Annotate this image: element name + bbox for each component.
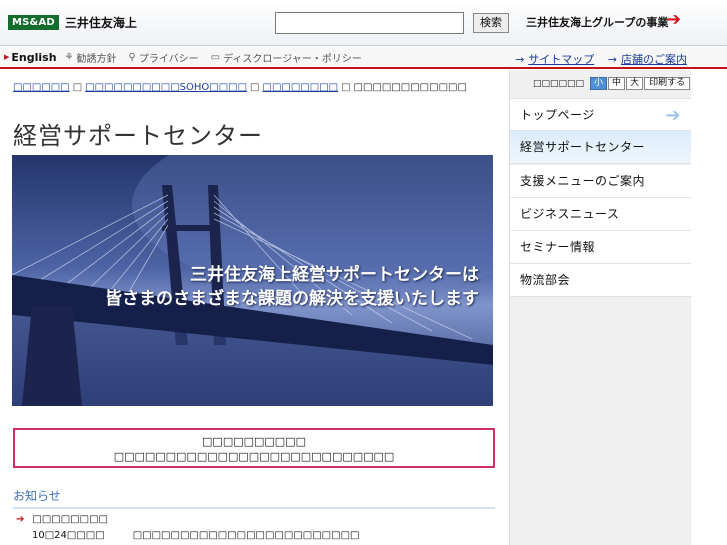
logo-badge: MS&AD: [8, 15, 59, 30]
logo[interactable]: MS&AD 三井住友海上: [8, 14, 137, 31]
sidebar-item-logistics[interactable]: 物流部会: [510, 264, 691, 297]
utility-links-right: → サイトマップ → 店舗のご案内: [505, 51, 687, 67]
font-size-label: □□□□□□: [533, 78, 585, 89]
sidebar-item-label: セミナー情報: [520, 240, 596, 254]
breadcrumb-current: □□□□□□□□□□□□: [353, 82, 467, 93]
notice-box[interactable]: □□□□□□□□□□ □□□□□□□□□□□□□□□□□□□□□□□□□□□: [13, 428, 495, 468]
news-category-label: □□□□□□□□: [32, 514, 108, 525]
sidebar-item-label: 物流部会: [520, 273, 571, 287]
hero-caption: 三井住友海上経営サポートセンターは 皆さまのさまざまな課題の解決を支援いたします: [105, 263, 479, 311]
page-title: 経営サポートセンター: [13, 122, 263, 150]
breadcrumb-separator: □: [341, 82, 351, 93]
sidebar-item-current[interactable]: 経営サポートセンター: [510, 131, 691, 164]
font-size-large-button[interactable]: 大: [626, 77, 644, 90]
news-item[interactable]: 10□24□□□□ □□□□□□□□□□□□□□□□□□□□□□□□: [32, 530, 359, 541]
print-button[interactable]: 印刷する: [644, 77, 691, 90]
sidebar-item-support-menu[interactable]: 支援メニューのご案内: [510, 165, 691, 198]
notice-line: □□□□□□□□□□□□□□□□□□□□□□□□□□□: [113, 450, 395, 463]
news-date: 10□24□□□□: [32, 530, 105, 541]
sidebar-item-business-news[interactable]: ビジネスニュース: [510, 198, 691, 231]
subnav-item-disclosure[interactable]: ▭ ディスクロージャー・ポリシー: [211, 50, 362, 65]
font-size-medium-button[interactable]: 中: [608, 77, 626, 90]
store-guide-link[interactable]: 店舗のご案内: [621, 53, 687, 66]
triangle-right-icon: ▶: [4, 53, 10, 61]
compass-icon: ⚘: [64, 51, 74, 63]
sidebar-item-seminar[interactable]: セミナー情報: [510, 231, 691, 264]
subnav-item-label: ディスクロージャー・ポリシー: [223, 53, 362, 65]
arrow-right-icon: →: [515, 53, 525, 66]
sidebar-item-label: 経営サポートセンター: [520, 140, 646, 154]
subnav-item-policy[interactable]: ⚘ 勧誘方針: [65, 50, 117, 65]
divider: [13, 507, 495, 509]
key-icon: ⚲: [128, 51, 136, 63]
search-button[interactable]: 検索: [473, 13, 509, 33]
breadcrumb: □□□□□□ □ □□□□□□□□□□SOHO□□□□ □ □□□□□□□□ □ □□□□□…: [13, 82, 467, 93]
breadcrumb-link[interactable]: □□□□□□□□: [263, 82, 339, 93]
arrow-right-icon: ➔: [665, 105, 681, 126]
arrow-right-icon: ➔: [16, 514, 25, 525]
news-heading: お知らせ: [13, 489, 61, 503]
news-category[interactable]: ➔ □□□□□□□□: [16, 514, 108, 525]
sitemap-link[interactable]: サイトマップ: [528, 53, 594, 66]
sidebar-item-label: 支援メニューのご案内: [520, 174, 646, 188]
subnav-item-label: プライバシー: [138, 53, 199, 65]
group-business-link[interactable]: 三井住友海上グループの事業: [526, 14, 668, 30]
news-text: □□□□□□□□□□□□□□□□□□□□□□□□: [132, 530, 360, 541]
breadcrumb-separator: □: [72, 82, 83, 93]
arrow-right-icon: →: [607, 53, 617, 66]
english-link[interactable]: English: [11, 51, 56, 64]
site-header: MS&AD 三井住友海上 検索 三井住友海上グループの事業 ➔: [0, 0, 727, 46]
breadcrumb-separator: □: [250, 82, 260, 93]
subnav-item-label: 勧誘方針: [76, 53, 117, 65]
arrow-right-icon[interactable]: ➔: [666, 10, 681, 30]
hero-line: 皆さまのさまざまな課題の解決を支援いたします: [105, 289, 479, 309]
notice-line: □□□□□□□□□□: [202, 435, 306, 448]
search-input[interactable]: [275, 12, 464, 34]
sidebar-item-label: トップページ: [520, 108, 595, 122]
breadcrumb-link[interactable]: □□□□□□□□□□SOHO□□□□: [85, 82, 247, 93]
subnav-item-privacy[interactable]: ⚲ プライバシー: [129, 50, 199, 65]
font-size-controls: □□□□□□ 小 中 大 印刷する: [533, 77, 691, 90]
document-icon: ▭: [210, 51, 221, 63]
font-size-small-button[interactable]: 小: [590, 77, 608, 90]
logo-name: 三井住友海上: [64, 16, 137, 30]
breadcrumb-link[interactable]: □□□□□□: [13, 82, 70, 93]
hero-line: 三井住友海上経営サポートセンターは: [190, 265, 479, 285]
sidebar-item-top[interactable]: トップページ ➔: [510, 98, 691, 131]
sidebar-item-label: ビジネスニュース: [520, 207, 620, 221]
hero-banner: 三井住友海上経営サポートセンターは 皆さまのさまざまな課題の解決を支援いたします: [12, 155, 493, 406]
